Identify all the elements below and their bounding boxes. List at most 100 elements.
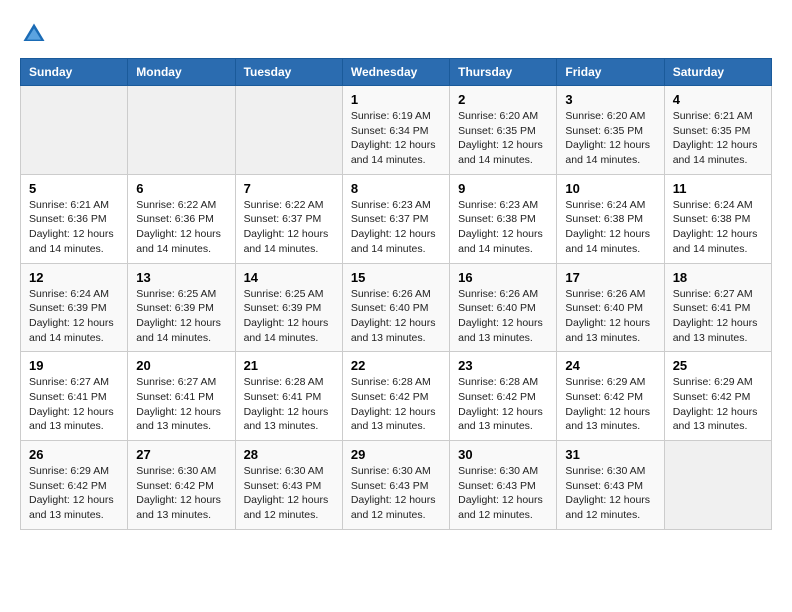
day-number: 6 bbox=[136, 181, 226, 196]
day-cell: 2 Sunrise: 6:20 AMSunset: 6:35 PMDaylight… bbox=[450, 86, 557, 175]
day-cell: 4Sunrise: 6:21 AMSunset: 6:35 PMDaylight… bbox=[664, 86, 771, 175]
day-number: 11 bbox=[673, 181, 763, 196]
day-cell: 22 Sunrise: 6:28 AMSunset: 6:42 PMDayligh… bbox=[342, 352, 449, 441]
day-info: Sunrise: 6:30 AMSunset: 6:43 PMDaylight:… bbox=[565, 464, 655, 523]
day-cell: 9Sunrise: 6:23 AMSunset: 6:38 PMDaylight… bbox=[450, 174, 557, 263]
week-row-4: 19 Sunrise: 6:27 AMSunset: 6:41 PMDayligh… bbox=[21, 352, 772, 441]
weekday-header-saturday: Saturday bbox=[664, 59, 771, 86]
day-info: Sunrise: 6:28 AMSunset: 6:42 PMDaylight:… bbox=[351, 375, 441, 434]
weekday-header-tuesday: Tuesday bbox=[235, 59, 342, 86]
day-number: 10 bbox=[565, 181, 655, 196]
calendar: SundayMondayTuesdayWednesdayThursdayFrid… bbox=[20, 58, 772, 530]
day-number: 24 bbox=[565, 358, 655, 373]
day-info: Sunrise: 6:30 AMSunset: 6:42 PMDaylight:… bbox=[136, 464, 226, 523]
weekday-header-monday: Monday bbox=[128, 59, 235, 86]
day-number: 28 bbox=[244, 447, 334, 462]
day-cell: 27 Sunrise: 6:30 AMSunset: 6:42 PMDayligh… bbox=[128, 441, 235, 530]
day-info: Sunrise: 6:28 AMSunset: 6:42 PMDaylight:… bbox=[458, 375, 548, 434]
day-info: Sunrise: 6:21 AMSunset: 6:36 PMDaylight:… bbox=[29, 198, 119, 257]
day-number: 13 bbox=[136, 270, 226, 285]
day-cell bbox=[128, 86, 235, 175]
day-cell: 8 Sunrise: 6:23 AMSunset: 6:37 PMDaylight… bbox=[342, 174, 449, 263]
day-info: Sunrise: 6:21 AMSunset: 6:35 PMDaylight:… bbox=[673, 109, 763, 168]
day-number: 14 bbox=[244, 270, 334, 285]
day-number: 16 bbox=[458, 270, 548, 285]
day-number: 26 bbox=[29, 447, 119, 462]
day-number: 2 bbox=[458, 92, 548, 107]
day-cell: 31Sunrise: 6:30 AMSunset: 6:43 PMDayligh… bbox=[557, 441, 664, 530]
weekday-header-thursday: Thursday bbox=[450, 59, 557, 86]
weekday-header-sunday: Sunday bbox=[21, 59, 128, 86]
day-info: Sunrise: 6:27 AMSunset: 6:41 PMDaylight:… bbox=[29, 375, 119, 434]
weekday-header-friday: Friday bbox=[557, 59, 664, 86]
week-row-2: 5 Sunrise: 6:21 AMSunset: 6:36 PMDaylight… bbox=[21, 174, 772, 263]
day-number: 8 bbox=[351, 181, 441, 196]
day-cell: 24 Sunrise: 6:29 AMSunset: 6:42 PMDayligh… bbox=[557, 352, 664, 441]
day-info: Sunrise: 6:24 AMSunset: 6:38 PMDaylight:… bbox=[673, 198, 763, 257]
day-number: 3 bbox=[565, 92, 655, 107]
week-row-5: 26 Sunrise: 6:29 AMSunset: 6:42 PMDayligh… bbox=[21, 441, 772, 530]
header bbox=[20, 20, 772, 48]
day-cell: 17 Sunrise: 6:26 AMSunset: 6:40 PMDayligh… bbox=[557, 263, 664, 352]
day-info: Sunrise: 6:29 AMSunset: 6:42 PMDaylight:… bbox=[565, 375, 655, 434]
day-cell: 30 Sunrise: 6:30 AMSunset: 6:43 PMDayligh… bbox=[450, 441, 557, 530]
day-cell: 6 Sunrise: 6:22 AMSunset: 6:36 PMDaylight… bbox=[128, 174, 235, 263]
day-info: Sunrise: 6:28 AMSunset: 6:41 PMDaylight:… bbox=[244, 375, 334, 434]
day-cell: 15 Sunrise: 6:26 AMSunset: 6:40 PMDayligh… bbox=[342, 263, 449, 352]
day-info: Sunrise: 6:20 AMSunset: 6:35 PMDaylight:… bbox=[458, 109, 548, 168]
day-info: Sunrise: 6:26 AMSunset: 6:40 PMDaylight:… bbox=[565, 287, 655, 346]
day-cell: 13 Sunrise: 6:25 AMSunset: 6:39 PMDayligh… bbox=[128, 263, 235, 352]
day-number: 5 bbox=[29, 181, 119, 196]
week-row-3: 12 Sunrise: 6:24 AMSunset: 6:39 PMDayligh… bbox=[21, 263, 772, 352]
day-info: Sunrise: 6:30 AMSunset: 6:43 PMDaylight:… bbox=[351, 464, 441, 523]
day-info: Sunrise: 6:25 AMSunset: 6:39 PMDaylight:… bbox=[244, 287, 334, 346]
day-cell: 3 Sunrise: 6:20 AMSunset: 6:35 PMDaylight… bbox=[557, 86, 664, 175]
weekday-header-wednesday: Wednesday bbox=[342, 59, 449, 86]
day-info: Sunrise: 6:22 AMSunset: 6:36 PMDaylight:… bbox=[136, 198, 226, 257]
day-cell: 7Sunrise: 6:22 AMSunset: 6:37 PMDaylight… bbox=[235, 174, 342, 263]
day-number: 12 bbox=[29, 270, 119, 285]
day-info: Sunrise: 6:26 AMSunset: 6:40 PMDaylight:… bbox=[458, 287, 548, 346]
day-cell: 16 Sunrise: 6:26 AMSunset: 6:40 PMDayligh… bbox=[450, 263, 557, 352]
day-number: 25 bbox=[673, 358, 763, 373]
day-info: Sunrise: 6:29 AMSunset: 6:42 PMDaylight:… bbox=[29, 464, 119, 523]
day-cell: 23Sunrise: 6:28 AMSunset: 6:42 PMDayligh… bbox=[450, 352, 557, 441]
day-number: 22 bbox=[351, 358, 441, 373]
day-number: 20 bbox=[136, 358, 226, 373]
day-number: 29 bbox=[351, 447, 441, 462]
day-cell: 10Sunrise: 6:24 AMSunset: 6:38 PMDayligh… bbox=[557, 174, 664, 263]
day-info: Sunrise: 6:26 AMSunset: 6:40 PMDaylight:… bbox=[351, 287, 441, 346]
day-cell: 18Sunrise: 6:27 AMSunset: 6:41 PMDayligh… bbox=[664, 263, 771, 352]
day-cell: 19 Sunrise: 6:27 AMSunset: 6:41 PMDayligh… bbox=[21, 352, 128, 441]
day-info: Sunrise: 6:27 AMSunset: 6:41 PMDaylight:… bbox=[136, 375, 226, 434]
day-cell: 25 Sunrise: 6:29 AMSunset: 6:42 PMDayligh… bbox=[664, 352, 771, 441]
weekday-header-row: SundayMondayTuesdayWednesdayThursdayFrid… bbox=[21, 59, 772, 86]
day-number: 19 bbox=[29, 358, 119, 373]
week-row-1: 1Sunrise: 6:19 AMSunset: 6:34 PMDaylight… bbox=[21, 86, 772, 175]
day-number: 21 bbox=[244, 358, 334, 373]
day-info: Sunrise: 6:23 AMSunset: 6:37 PMDaylight:… bbox=[351, 198, 441, 257]
day-info: Sunrise: 6:30 AMSunset: 6:43 PMDaylight:… bbox=[244, 464, 334, 523]
day-cell bbox=[235, 86, 342, 175]
day-cell: 26 Sunrise: 6:29 AMSunset: 6:42 PMDayligh… bbox=[21, 441, 128, 530]
day-number: 1 bbox=[351, 92, 441, 107]
day-number: 27 bbox=[136, 447, 226, 462]
day-info: Sunrise: 6:24 AMSunset: 6:39 PMDaylight:… bbox=[29, 287, 119, 346]
day-info: Sunrise: 6:20 AMSunset: 6:35 PMDaylight:… bbox=[565, 109, 655, 168]
day-cell: 29 Sunrise: 6:30 AMSunset: 6:43 PMDayligh… bbox=[342, 441, 449, 530]
day-cell: 11 Sunrise: 6:24 AMSunset: 6:38 PMDayligh… bbox=[664, 174, 771, 263]
day-info: Sunrise: 6:25 AMSunset: 6:39 PMDaylight:… bbox=[136, 287, 226, 346]
day-number: 15 bbox=[351, 270, 441, 285]
day-cell: 5 Sunrise: 6:21 AMSunset: 6:36 PMDaylight… bbox=[21, 174, 128, 263]
day-cell bbox=[21, 86, 128, 175]
day-number: 18 bbox=[673, 270, 763, 285]
day-info: Sunrise: 6:30 AMSunset: 6:43 PMDaylight:… bbox=[458, 464, 548, 523]
day-number: 17 bbox=[565, 270, 655, 285]
day-cell: 14 Sunrise: 6:25 AMSunset: 6:39 PMDayligh… bbox=[235, 263, 342, 352]
day-cell: 20 Sunrise: 6:27 AMSunset: 6:41 PMDayligh… bbox=[128, 352, 235, 441]
logo bbox=[20, 20, 52, 48]
day-info: Sunrise: 6:23 AMSunset: 6:38 PMDaylight:… bbox=[458, 198, 548, 257]
day-number: 30 bbox=[458, 447, 548, 462]
day-info: Sunrise: 6:29 AMSunset: 6:42 PMDaylight:… bbox=[673, 375, 763, 434]
day-info: Sunrise: 6:22 AMSunset: 6:37 PMDaylight:… bbox=[244, 198, 334, 257]
